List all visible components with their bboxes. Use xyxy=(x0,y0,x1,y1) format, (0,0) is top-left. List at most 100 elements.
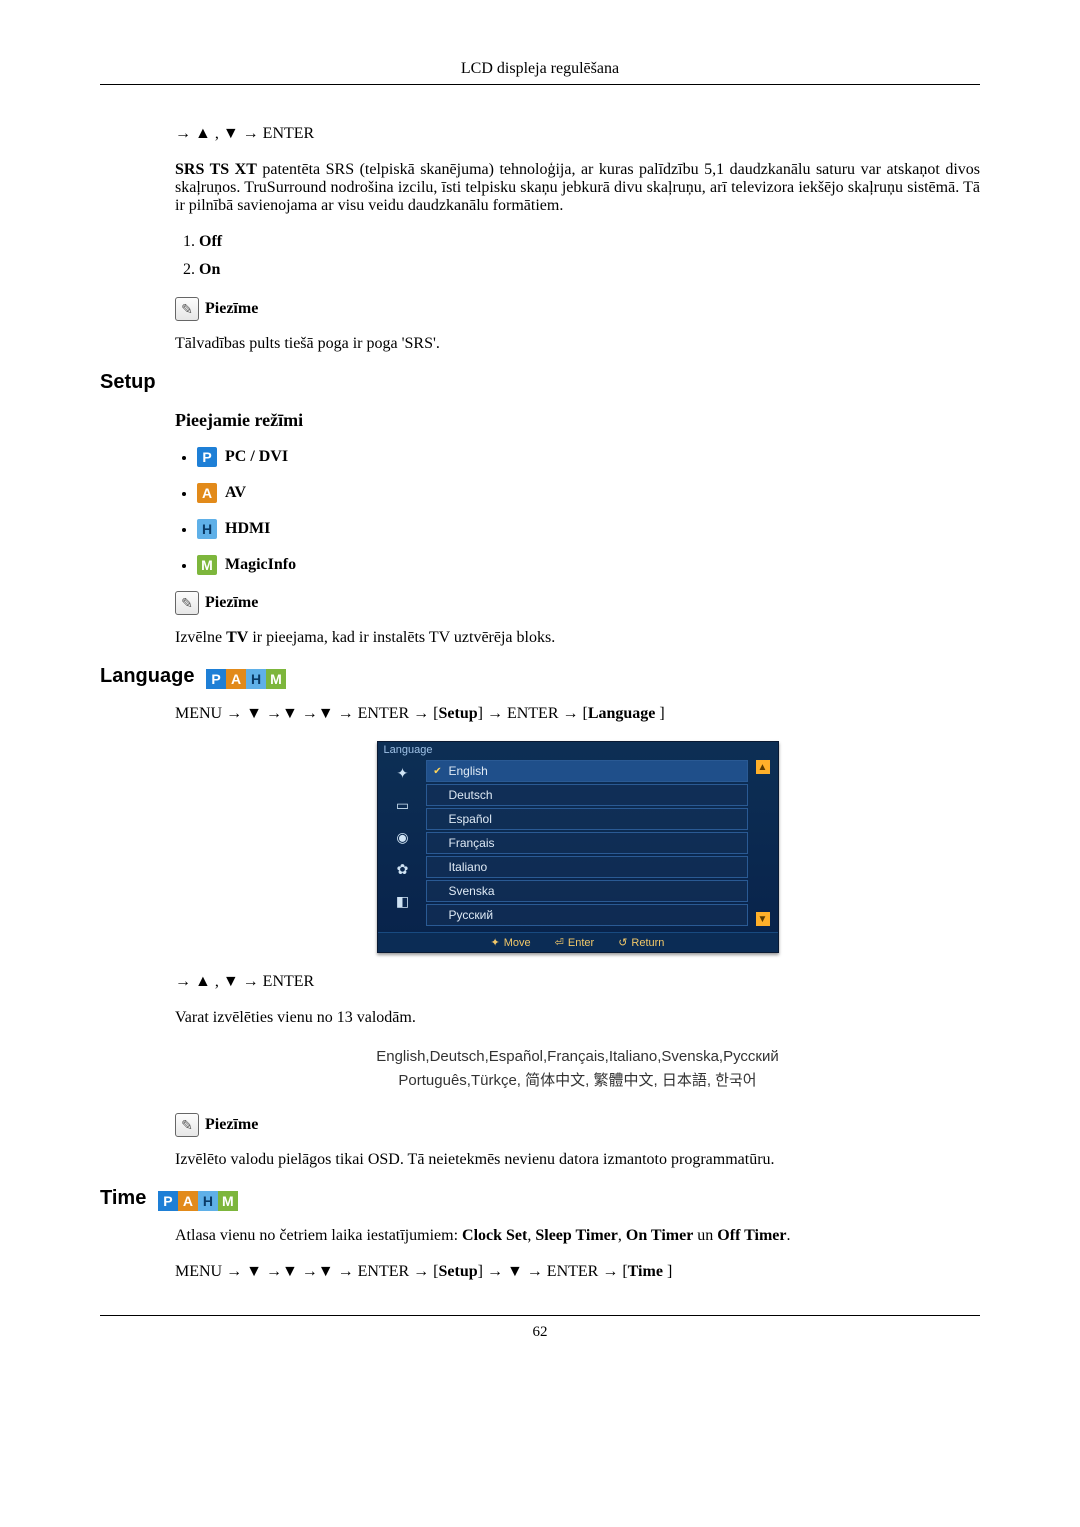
osd-item-label: Italiano xyxy=(449,860,488,874)
osd-language-menu: Language ✦ ▭ ◉ ✿ ◧ ✔English Deutsch Espa… xyxy=(377,741,779,953)
osd-item-francais[interactable]: Français xyxy=(426,832,748,854)
time-nav-post: ] xyxy=(663,1263,672,1280)
a-icon: A xyxy=(178,1191,198,1211)
osd-footer-move-label: Move xyxy=(504,937,531,949)
osd-multi-icon: ◧ xyxy=(392,890,414,912)
language-nav2: → ▲ , ▼ → ENTER xyxy=(175,973,980,991)
time-nav-setup: Setup xyxy=(439,1263,478,1280)
time-s3: un xyxy=(693,1227,717,1244)
language-nav-language: Language xyxy=(588,705,656,722)
m-icon: M xyxy=(266,669,286,689)
h-icon: H xyxy=(198,1191,218,1211)
setup-note-text: Izvēlne TV ir pieejama, kad ir instalēts… xyxy=(175,629,980,647)
h-icon: H xyxy=(197,519,217,539)
srs-nav-path: → ▲ , ▼ → ENTER xyxy=(175,125,980,143)
p-icon: P xyxy=(206,669,226,689)
time-b1: Clock Set xyxy=(462,1227,527,1244)
osd-footer-move: ✦ Move xyxy=(491,936,531,949)
a-icon: A xyxy=(197,483,217,503)
h-icon: H xyxy=(246,669,266,689)
mode-label-pc: PC / DVI xyxy=(225,448,288,466)
osd-item-label: Svenska xyxy=(449,884,495,898)
setup-note-bold: TV xyxy=(226,629,248,646)
mode-item-magicinfo: M MagicInfo xyxy=(197,555,980,575)
mode-label-magicinfo: MagicInfo xyxy=(225,556,296,574)
osd-footer: ✦ Move ⏎ Enter ↺ Return xyxy=(378,932,778,952)
osd-item-label: Deutsch xyxy=(449,788,493,802)
osd-scrollbar[interactable]: ▲ ▼ xyxy=(754,760,770,926)
page-number: 62 xyxy=(100,1324,980,1341)
time-b4: Off Timer xyxy=(717,1227,786,1244)
osd-sidebar: ✦ ▭ ◉ ✿ ◧ xyxy=(386,760,420,926)
note-icon: ✎ xyxy=(175,297,199,321)
srs-description: SRS TS XT patentēta SRS (telpiskā skanēj… xyxy=(175,161,980,215)
time-heading-text: Time xyxy=(100,1187,146,1209)
languages-line1: English,Deutsch,Español,Français,Italian… xyxy=(175,1045,980,1069)
mode-item-hdmi: H HDMI xyxy=(197,519,980,539)
osd-footer-enter-label: Enter xyxy=(568,937,594,949)
time-nav-mid: ] → ▼ → ENTER → [ xyxy=(478,1263,628,1280)
language-nav-setup: Setup xyxy=(439,705,478,722)
osd-item-russian[interactable]: Русский xyxy=(426,904,748,926)
time-s4: . xyxy=(786,1227,790,1244)
osd-item-label: Русский xyxy=(449,908,494,922)
mode-label-av: AV xyxy=(225,484,246,502)
language-nav-pre: MENU → ▼ →▼ →▼ → ENTER → [ xyxy=(175,705,439,722)
language-nav-mid: ] → ENTER → [ xyxy=(478,705,588,722)
setup-note-post: ir pieejama, kad ir instalēts TV uztvērē… xyxy=(248,629,555,646)
osd-item-label: Español xyxy=(449,812,492,826)
osd-settings-icon: ✿ xyxy=(392,858,414,880)
a-icon: A xyxy=(226,669,246,689)
time-mode-badges: P A H M xyxy=(158,1191,238,1211)
time-desc: Atlasa vienu no četriem laika iestatījum… xyxy=(175,1227,980,1245)
time-s2: , xyxy=(618,1227,626,1244)
time-b2: Sleep Timer xyxy=(535,1227,618,1244)
time-desc-pre: Atlasa vienu no četriem laika iestatījum… xyxy=(175,1227,462,1244)
scroll-up-icon[interactable]: ▲ xyxy=(756,760,770,774)
setup-note-label: Piezīme xyxy=(205,594,258,612)
check-icon: ✔ xyxy=(433,766,443,777)
srs-lead-bold: SRS TS XT xyxy=(175,161,257,178)
note-icon: ✎ xyxy=(175,1113,199,1137)
osd-title: Language xyxy=(378,742,778,756)
osd-footer-return-label: Return xyxy=(631,937,664,949)
header-divider xyxy=(100,84,980,85)
srs-lead-rest: patentēta SRS (telpiskā skanējuma) tehno… xyxy=(175,161,980,214)
osd-item-espanol[interactable]: Español xyxy=(426,808,748,830)
language-heading-text: Language xyxy=(100,665,194,687)
languages-line2: Português,Türkçe, 简体中文, 繁體中文, 日本語, 한국어 xyxy=(175,1069,980,1093)
language-note-label: Piezīme xyxy=(205,1116,258,1134)
footer-divider xyxy=(100,1315,980,1316)
srs-option-on-label: On xyxy=(199,261,220,278)
mode-item-pc: PPC / DVI xyxy=(197,447,980,467)
osd-item-svenska[interactable]: Svenska xyxy=(426,880,748,902)
osd-footer-enter: ⏎ Enter xyxy=(555,936,595,949)
scroll-down-icon[interactable]: ▼ xyxy=(756,912,770,926)
srs-option-on: On xyxy=(199,261,980,279)
language-nav-path: MENU → ▼ →▼ →▼ → ENTER → [Setup] → ENTER… xyxy=(175,705,980,723)
setup-heading: Setup xyxy=(100,371,980,394)
time-nav-path: MENU → ▼ →▼ →▼ → ENTER → [Setup] → ▼ → E… xyxy=(175,1263,980,1281)
languages-available-block: English,Deutsch,Español,Français,Italian… xyxy=(175,1045,980,1093)
osd-language-list: ✔English Deutsch Español Français Italia… xyxy=(426,760,748,926)
setup-note-pre: Izvēlne xyxy=(175,629,226,646)
osd-item-english[interactable]: ✔English xyxy=(426,760,748,782)
time-nav-pre: MENU → ▼ →▼ →▼ → ENTER → [ xyxy=(175,1263,439,1280)
language-note-header: ✎ Piezīme xyxy=(175,1113,980,1137)
osd-picture-icon: ✦ xyxy=(392,762,414,784)
osd-setup-icon: ◉ xyxy=(392,826,414,848)
osd-item-italiano[interactable]: Italiano xyxy=(426,856,748,878)
srs-note-header: ✎ Piezīme xyxy=(175,297,980,321)
osd-sound-icon: ▭ xyxy=(392,794,414,816)
m-icon: M xyxy=(197,555,217,575)
p-icon: P xyxy=(158,1191,178,1211)
page-header-title: LCD displeja regulēšana xyxy=(100,60,980,78)
osd-item-label: Français xyxy=(449,836,495,850)
available-modes-heading: Pieejamie režīmi xyxy=(175,410,980,431)
language-note-text: Izvēlēto valodu pielāgos tikai OSD. Tā n… xyxy=(175,1151,980,1169)
time-b3: On Timer xyxy=(626,1227,693,1244)
setup-note-header: ✎ Piezīme xyxy=(175,591,980,615)
osd-item-deutsch[interactable]: Deutsch xyxy=(426,784,748,806)
language-heading: Language P A H M xyxy=(100,665,980,689)
mode-label-hdmi: HDMI xyxy=(225,520,270,538)
